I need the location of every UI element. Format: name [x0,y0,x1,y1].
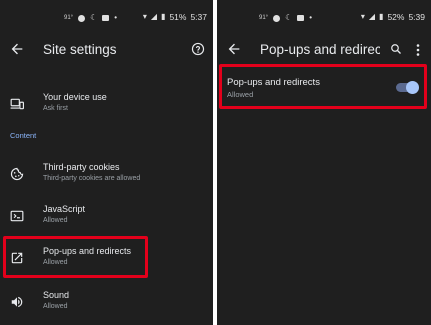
setting-title: JavaScript [43,204,86,214]
popups-settings-screen: 91° ☾ • ▾ ◢ ▮ 52% 5:39 Pop-ups and redir… [217,0,431,325]
battery-icon: ▮ [379,12,384,21]
moon-icon: ☾ [90,13,98,22]
setting-title: Sound [43,290,70,300]
temperature-text: 91° [64,15,74,21]
cookie-icon [10,167,24,181]
temperature-text: 91° [259,15,269,21]
signal-icon: ◢ [150,12,158,21]
page-title: Site settings [43,42,117,57]
section-header-content: Content [10,131,37,140]
battery-icon: ▮ [161,12,166,21]
battery-percent: 51% [169,12,187,22]
setting-row-third-party-cookies[interactable]: Third-party cookies Third-party cookies … [0,156,213,192]
app-bar: Pop-ups and redirects [217,36,431,64]
dot-icon: • [114,13,118,22]
setting-subtitle: Ask first [43,105,68,112]
status-left: 91° ☾ • [64,14,117,22]
wifi-icon: ▾ [142,12,147,21]
setting-row-javascript[interactable]: JavaScript Allowed [0,198,213,234]
javascript-icon [10,210,24,222]
dot-icon: • [309,13,313,22]
back-arrow-icon[interactable] [9,41,25,57]
notification-icon [78,14,86,22]
speaker-icon [11,296,23,308]
help-icon[interactable] [191,42,205,56]
app-bar: Site settings [0,36,213,64]
signal-icon: ◢ [368,12,376,21]
setting-subtitle: Allowed [43,303,68,310]
setting-title: Your device use [43,92,107,102]
page-title: Pop-ups and redirects [260,42,380,57]
more-options-icon[interactable] [416,44,420,56]
highlight-box [3,236,148,278]
site-settings-screen: 91° ☾ • ▾ ◢ ▮ 51% 5:37 Site settings You… [0,0,213,325]
setting-subtitle: Third-party cookies are allowed [43,175,141,182]
app-notification-icon [102,15,110,21]
wifi-icon: ▾ [360,12,365,21]
moon-icon: ☾ [285,13,293,22]
notification-icon [273,14,281,22]
devices-icon [10,98,24,110]
setting-row-sound[interactable]: Sound Allowed [0,284,213,320]
clock: 5:37 [190,12,207,22]
back-arrow-icon[interactable] [226,41,242,57]
highlight-box [219,64,427,109]
status-right: ▾ ◢ ▮ 52% 5:39 [361,12,425,22]
setting-row-device-use[interactable]: Your device use Ask first [0,86,213,122]
status-bar: 91° ☾ • ▾ ◢ ▮ 51% 5:37 [0,0,213,36]
status-right: ▾ ◢ ▮ 51% 5:37 [143,12,207,22]
app-notification-icon [297,15,305,21]
status-left: 91° ☾ • [259,14,312,22]
status-bar: 91° ☾ • ▾ ◢ ▮ 52% 5:39 [217,0,431,36]
setting-subtitle: Allowed [43,217,68,224]
battery-percent: 52% [387,12,405,22]
setting-title: Third-party cookies [43,162,120,172]
clock: 5:39 [408,12,425,22]
search-icon[interactable] [390,43,402,55]
